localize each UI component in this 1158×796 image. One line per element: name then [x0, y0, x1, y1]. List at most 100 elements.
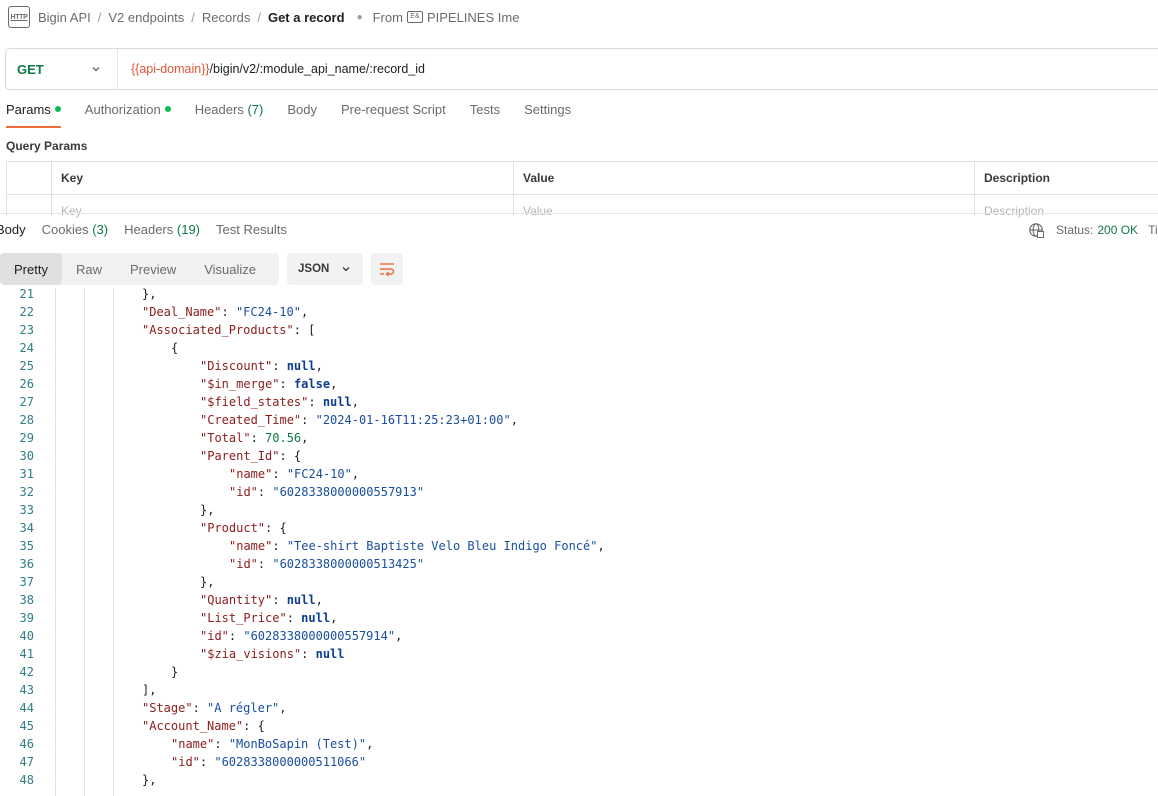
code-line: 21}, [0, 288, 1158, 303]
code-line: 32 "id": "6028338000000557913" [0, 483, 1158, 501]
json-key: "$in_merge" [200, 377, 280, 391]
code-text: "Product": { [200, 519, 287, 537]
tab-label: Test Results [216, 222, 287, 237]
response-tab-test-results[interactable]: Test Results [216, 222, 287, 237]
request-tabs: Params Authorization Headers (7) Body Pre-re… [6, 102, 595, 128]
response-divider[interactable] [0, 213, 1158, 214]
tab-headers[interactable]: Headers (7) [195, 102, 264, 128]
code-line: 34 "Product": { [0, 519, 1158, 537]
breadcrumb-item-v2-endpoints[interactable]: V2 endpoints [108, 10, 184, 25]
response-tab-cookies[interactable]: Cookies (3) [42, 222, 108, 237]
json-key: "Product" [200, 521, 266, 535]
code-text: "Stage": "A régler", [142, 699, 287, 717]
time-label[interactable]: Ti [1148, 223, 1158, 237]
tab-settings[interactable]: Settings [524, 102, 571, 128]
line-number: 29 [19, 431, 34, 445]
line-number: 32 [19, 485, 34, 499]
code-text: "$zia_visions": null [200, 645, 345, 663]
json-string: "6028338000000511066" [214, 755, 367, 769]
json-string: "6028338000000557913" [272, 485, 425, 499]
response-tabs: Body Cookies (3) Headers (19) Test Results [0, 222, 303, 237]
view-visualize-button[interactable]: Visualize [190, 253, 270, 285]
wrap-lines-button[interactable] [371, 253, 403, 285]
line-number: 47 [19, 755, 34, 769]
json-string: "FC24-10" [286, 467, 352, 481]
line-number: 38 [19, 593, 34, 607]
from-source-link[interactable]: PIPELINES Ime [427, 10, 519, 25]
status-label: Status: [1056, 223, 1094, 237]
column-header-key: Key [51, 162, 513, 194]
response-tab-body[interactable]: Body [0, 222, 26, 237]
request-title[interactable]: Get a record [268, 10, 345, 25]
json-punctuation: : [192, 701, 208, 715]
format-select[interactable]: JSON [287, 253, 363, 285]
tab-authorization[interactable]: Authorization [85, 102, 171, 128]
code-line: 28 "Created_Time": "2024-01-16T11:25:23+0… [0, 411, 1158, 429]
tab-params[interactable]: Params [6, 102, 61, 128]
format-label: JSON [298, 263, 330, 275]
url-input[interactable]: {{api-domain}}/bigin/v2/:module_api_name… [118, 62, 425, 76]
json-punctuation: : [301, 647, 316, 661]
status-code[interactable]: 200 OK [1097, 223, 1138, 237]
response-tab-headers[interactable]: Headers (19) [124, 222, 200, 237]
code-text: "id": "6028338000000557914", [200, 627, 402, 645]
method-select[interactable]: GET [6, 49, 118, 89]
tab-label: Body [0, 222, 26, 237]
json-key: "Account_Name" [142, 719, 244, 733]
code-line: 41 "$zia_visions": null [0, 645, 1158, 663]
from-label: From [372, 9, 403, 25]
json-punctuation: { [171, 341, 179, 355]
breadcrumb-separator: / [257, 9, 261, 25]
json-punctuation: , [366, 737, 374, 751]
breadcrumb-item-records[interactable]: Records [202, 10, 250, 25]
json-punctuation: : { [279, 449, 302, 463]
query-params-title: Query Params [6, 139, 88, 153]
code-text: "Total": 70.56, [200, 429, 308, 447]
network-globe-icon[interactable] [1028, 222, 1044, 238]
response-status: Status: 200 OK Ti [1028, 222, 1158, 238]
tab-label: Pre-request Script [340, 102, 446, 117]
json-literal: null [301, 611, 331, 625]
json-key: "Deal_Name" [142, 305, 222, 319]
chevron-down-icon [342, 267, 350, 272]
json-key: "Parent_Id" [200, 449, 280, 463]
view-raw-button[interactable]: Raw [62, 253, 116, 285]
active-indicator-dot [164, 106, 171, 112]
json-literal: null [322, 395, 352, 409]
tab-body[interactable]: Body [287, 102, 317, 128]
line-number: 44 [19, 701, 34, 715]
json-punctuation: : [308, 395, 323, 409]
json-punctuation: , [330, 611, 338, 625]
chevron-down-icon [92, 67, 100, 72]
code-text: "id": "6028338000000513425" [229, 555, 424, 573]
json-key: "Discount" [200, 359, 273, 373]
code-line: 36 "id": "6028338000000513425" [0, 555, 1158, 573]
line-number: 24 [19, 341, 34, 355]
tab-label: Tests [469, 102, 501, 117]
tab-tests[interactable]: Tests [470, 102, 500, 128]
json-punctuation: : [272, 593, 287, 607]
code-text: }, [200, 573, 214, 591]
line-number: 31 [19, 467, 34, 481]
breadcrumb-item-bigin-api[interactable]: Bigin API [38, 10, 91, 25]
code-line: 31 "name": "FC24-10", [0, 465, 1158, 483]
tab-pre-request-script[interactable]: Pre-request Script [341, 102, 446, 128]
view-preview-button[interactable]: Preview [116, 253, 190, 285]
response-body-editor[interactable]: 21}, 22 "Deal_Name": "FC24-10", 23 "Associat… [0, 288, 1158, 796]
code-text: "Parent_Id": { [200, 447, 301, 465]
json-key: "Total" [200, 431, 251, 445]
json-key: "id" [171, 755, 200, 769]
code-text: "Associated_Products": [ [142, 321, 315, 339]
line-number: 26 [19, 377, 34, 391]
json-key: "name" [229, 467, 273, 481]
code-line: 39 "List_Price": null, [0, 609, 1158, 627]
json-string: "6028338000000513425" [272, 557, 425, 571]
json-punctuation: , [279, 701, 287, 715]
view-pretty-button[interactable]: Pretty [0, 253, 62, 285]
code-text: "List_Price": null, [200, 609, 337, 627]
json-punctuation: } [171, 665, 179, 679]
line-number: 22 [19, 305, 34, 319]
json-punctuation: : [301, 413, 316, 427]
json-punctuation: : [272, 539, 287, 553]
line-number: 28 [19, 413, 34, 427]
